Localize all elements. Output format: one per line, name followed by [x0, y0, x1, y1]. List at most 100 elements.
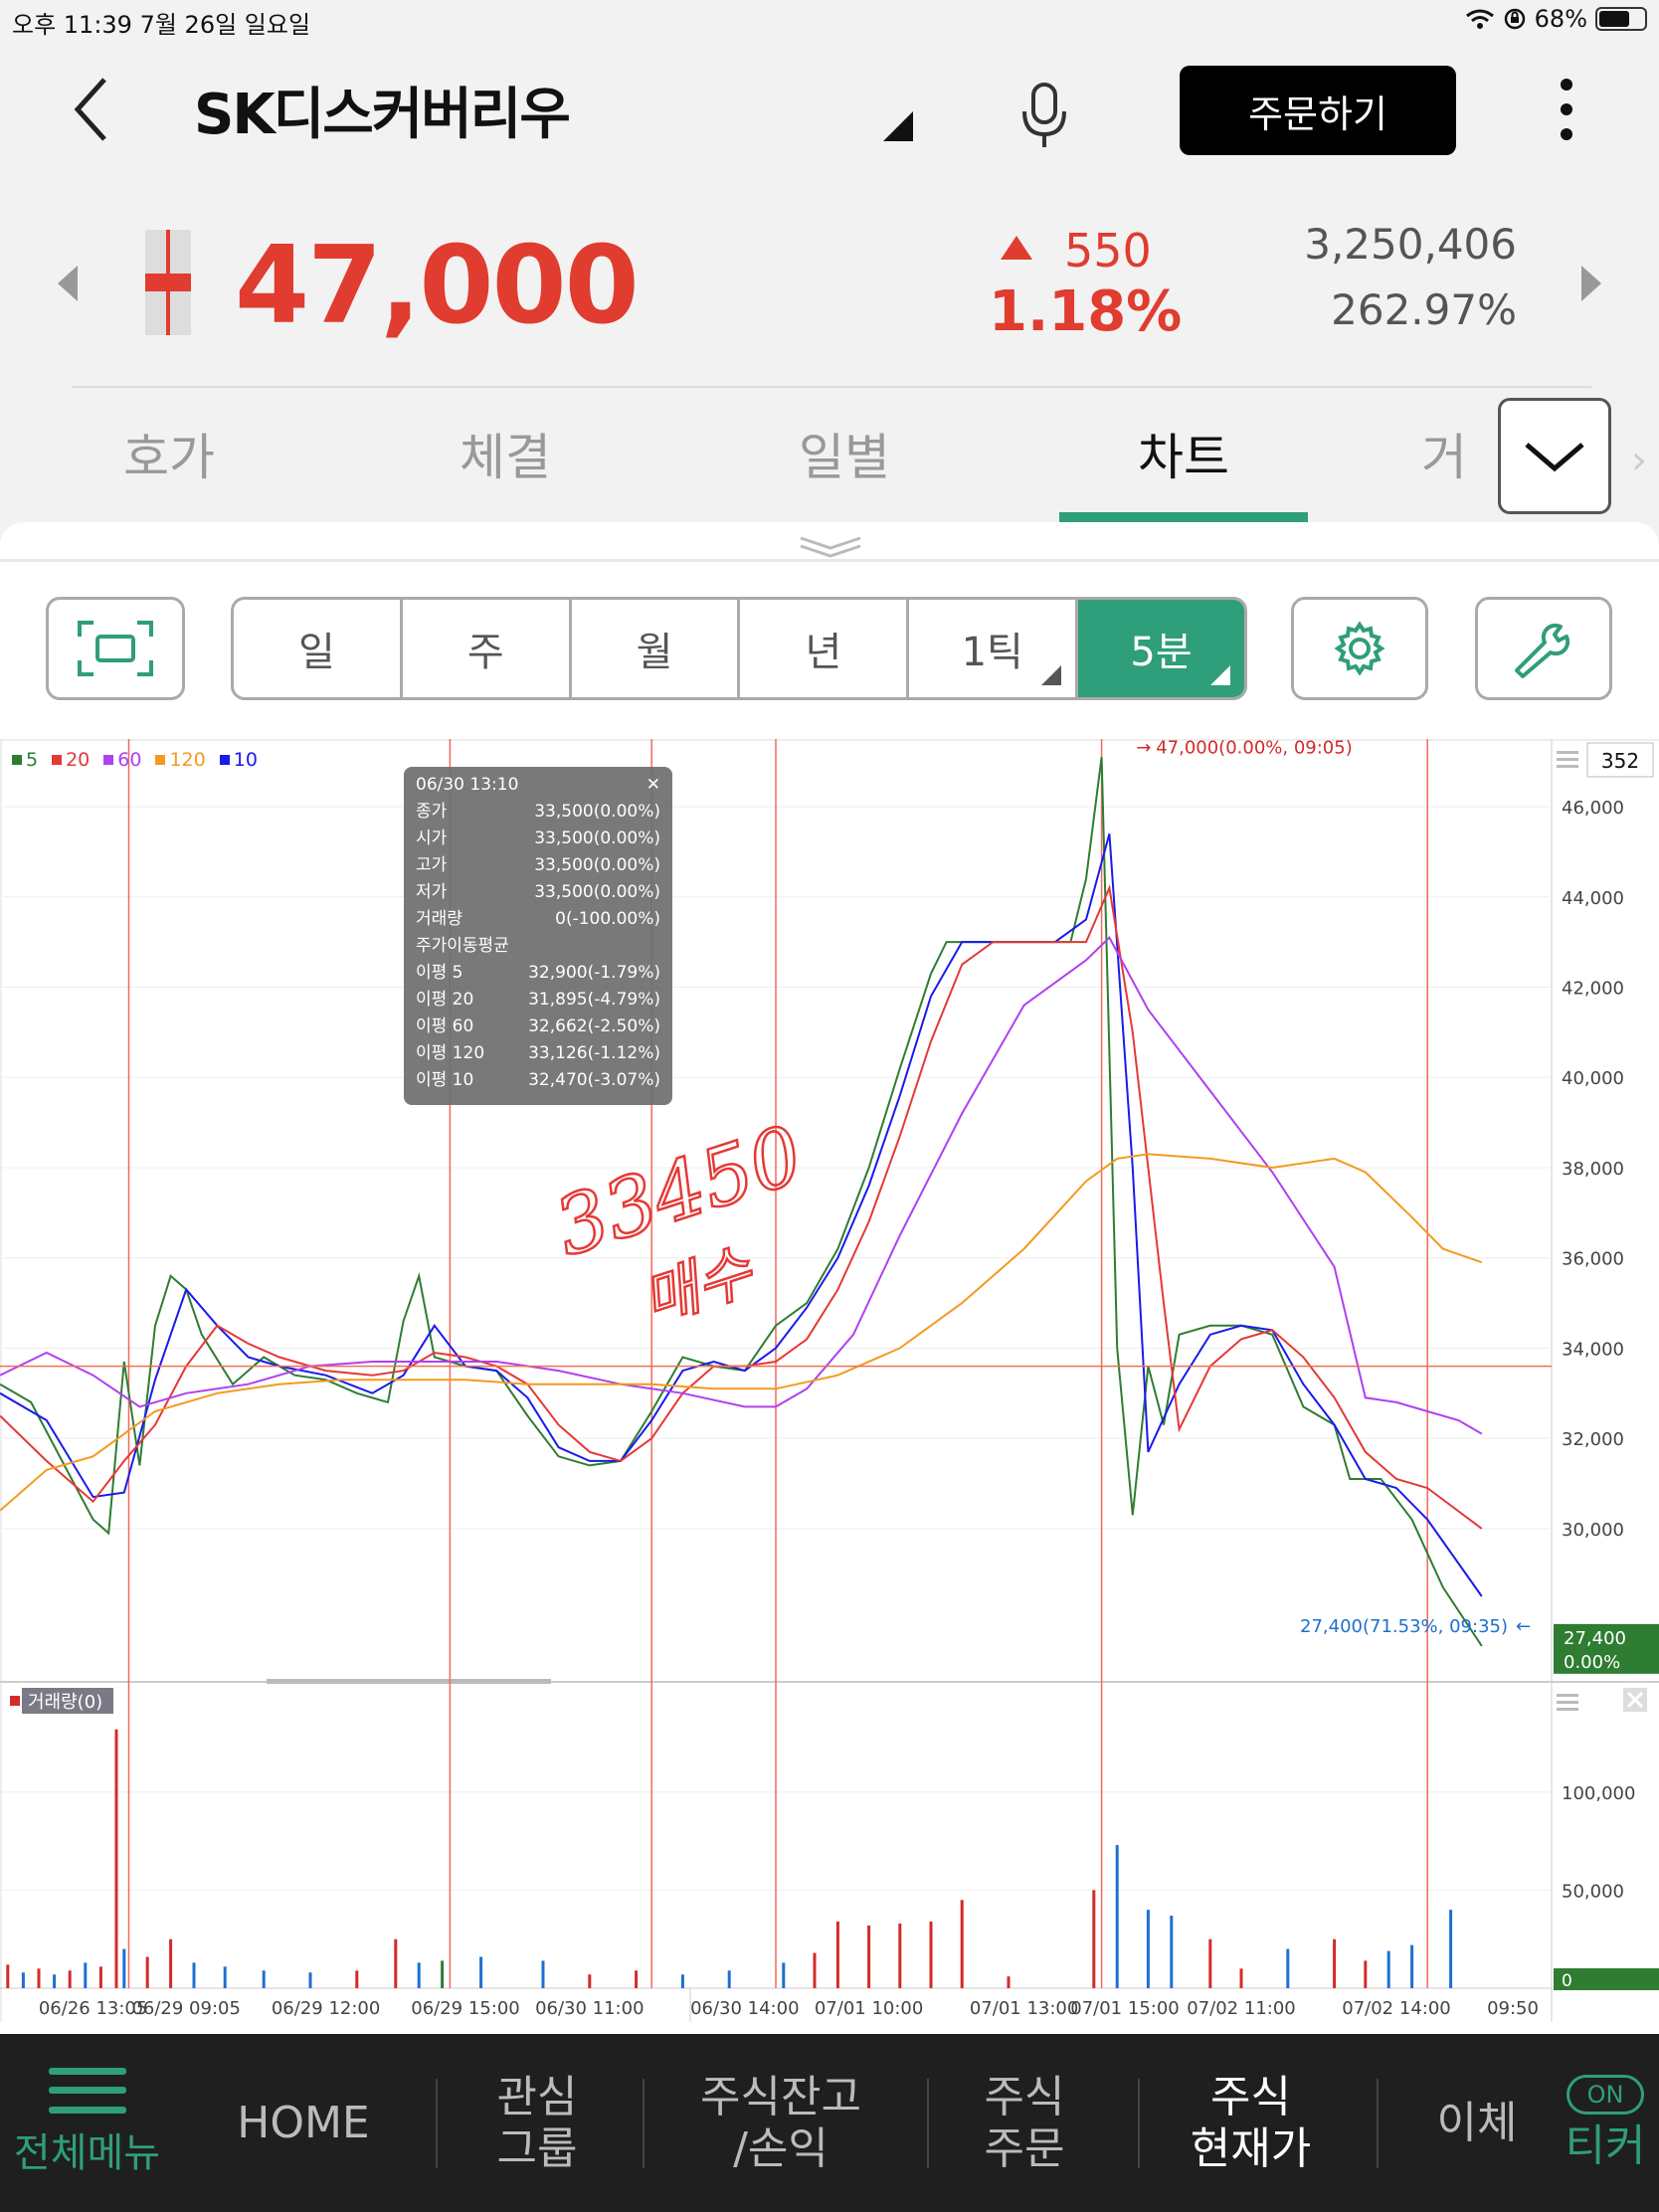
- volume-bar: [680, 1974, 684, 1988]
- y-tick-label: 42,000: [1562, 979, 1624, 1000]
- chart-settings-button[interactable]: [1291, 597, 1428, 700]
- volume-label: 거래량(0): [28, 1692, 102, 1713]
- period-day[interactable]: 일: [234, 600, 403, 697]
- last-price: 27,400: [1564, 1628, 1626, 1649]
- legend-item: 5: [12, 749, 38, 771]
- status-bar: 오후 11:39 7월 26일 일요일 68%: [0, 0, 1659, 40]
- tooltip-key: 이평 60: [416, 1016, 474, 1036]
- chart-menu-icon[interactable]: [1557, 751, 1578, 768]
- period-selector: 일 주 월 년 1틱 5분: [231, 597, 1247, 700]
- volume-bar: [782, 1962, 786, 1988]
- order-button[interactable]: 주문하기: [1180, 66, 1456, 155]
- chart-panel: 일 주 월 년 1틱 5분 46,000 44,000 42,000 40,00…: [0, 522, 1659, 2034]
- nav-stock-order[interactable]: 주식 주문: [930, 2034, 1119, 2212]
- price-chart[interactable]: 46,000 44,000 42,000 40,000 38,000 36,000 34,0…: [0, 738, 1659, 2022]
- volume-bar: [6, 1964, 10, 1988]
- status-time-date: 오후 11:39 7월 26일 일요일: [12, 11, 311, 39]
- volume-bar: [37, 1968, 41, 1988]
- x-tick-label: 06/29 09:05: [131, 1998, 240, 2019]
- tooltip-row: 저가 33,500(0.00%): [416, 879, 660, 906]
- tab-orderbook[interactable]: 호가: [45, 418, 293, 489]
- legend-label: 5: [26, 749, 39, 771]
- collapse-handle-icon[interactable]: [786, 532, 875, 562]
- volume-bar: [1146, 1910, 1150, 1988]
- tab-more[interactable]: 거: [1394, 418, 1494, 489]
- volume-close-icon[interactable]: [1623, 1688, 1647, 1712]
- volume-bar: [84, 1962, 88, 1988]
- tabs-dropdown-button[interactable]: [1498, 398, 1611, 514]
- x-tick-label: 07/02 11:00: [1187, 1998, 1295, 2019]
- last-price-percent: 0.00%: [1564, 1652, 1620, 1673]
- volume-bar: [21, 1972, 25, 1988]
- x-tick-label: 06/30 11:00: [535, 1998, 644, 2019]
- tooltip-row: 시가 33,500(0.00%): [416, 826, 660, 852]
- period-tick[interactable]: 1틱: [909, 600, 1079, 697]
- fullscreen-button[interactable]: [46, 597, 185, 700]
- data-tooltip: 06/30 13:10 ✕ 종가 33,500(0.00%) 시가 33,500(0.…: [404, 767, 672, 1105]
- visible-count-box[interactable]: 352: [1586, 742, 1654, 778]
- x-tick-label: 07/01 15:00: [1070, 1998, 1179, 2019]
- volume-bar: [1364, 1960, 1368, 1988]
- info-tabs: 호가 체결 일별 차트 거: [0, 398, 1659, 522]
- x-tick-label: 07/01 13:00: [970, 1998, 1078, 2019]
- back-icon[interactable]: [60, 70, 129, 149]
- nav-ticker[interactable]: ON 티커: [1552, 2034, 1659, 2212]
- volume-bar: [813, 1952, 817, 1988]
- low-price-label: 27,400(71.53%, 09:35): [1300, 1616, 1508, 1637]
- period-week[interactable]: 주: [403, 600, 572, 697]
- nav-home[interactable]: HOME: [194, 2034, 413, 2212]
- tooltip-value: 33,500(0.00%): [534, 882, 660, 902]
- tooltip-value: 0(-100.00%): [555, 909, 660, 929]
- tooltip-row: 주가이동평균: [416, 933, 660, 960]
- more-options-icon[interactable]: [1547, 75, 1586, 144]
- volume-bar: [1333, 1938, 1337, 1988]
- volume-bar: [53, 1974, 57, 1988]
- volume-bar: [145, 1956, 149, 1988]
- volume-tick-label: 100,000: [1562, 1783, 1635, 1804]
- volume-bar: [835, 1921, 839, 1988]
- nav-balance[interactable]: 주식잔고/손익: [646, 2034, 915, 2212]
- volume-bar: [169, 1938, 173, 1988]
- visible-count: 352: [1601, 749, 1639, 773]
- period-month[interactable]: 월: [572, 600, 741, 697]
- nav-transfer[interactable]: 이체: [1382, 2034, 1571, 2212]
- volume-bar: [588, 1974, 592, 1988]
- volume-bar: [262, 1970, 266, 1988]
- candle-icon: [145, 230, 191, 335]
- period-minute[interactable]: 5분: [1078, 600, 1244, 697]
- prev-stock-arrow-icon[interactable]: [58, 266, 78, 301]
- tab-daily[interactable]: 일별: [720, 418, 969, 489]
- volume-bar: [1449, 1910, 1453, 1988]
- chevron-down-icon: [1525, 442, 1584, 471]
- x-tick-label: 06/29 12:00: [272, 1998, 380, 2019]
- volume-legend: 거래량(0): [10, 1688, 113, 1714]
- nav-stock-quote[interactable]: 주식 현재가: [1144, 2034, 1358, 2212]
- volume-menu-icon[interactable]: [1557, 1694, 1578, 1711]
- tabs-next-icon[interactable]: ›: [1631, 438, 1647, 483]
- tab-chart[interactable]: 차트: [1059, 418, 1308, 489]
- tab-trades[interactable]: 체결: [381, 418, 630, 489]
- chart-tools-button[interactable]: [1475, 597, 1612, 700]
- legend-swatch: [155, 755, 166, 765]
- volume-bar: [727, 1970, 731, 1988]
- next-stock-arrow-icon[interactable]: [1581, 266, 1601, 301]
- y-tick-label: 46,000: [1562, 798, 1624, 819]
- volume-current-tag: 0: [1554, 1968, 1659, 1991]
- volume-bar: [898, 1923, 902, 1988]
- tooltip-close-icon[interactable]: ✕: [646, 775, 660, 795]
- stock-name[interactable]: SK디스커버리우: [194, 70, 571, 150]
- tooltip-key: 고가: [416, 855, 448, 875]
- divider: [72, 386, 1591, 388]
- period-year[interactable]: 년: [740, 600, 910, 697]
- tooltip-key: 이평 5: [416, 963, 463, 983]
- x-tick-label: 06/30 14:00: [690, 1998, 799, 2019]
- nav-all-menu[interactable]: 전체메뉴: [0, 2034, 174, 2212]
- nav-watch-group[interactable]: 관심 그룹: [438, 2034, 637, 2212]
- price-chart-area[interactable]: 46,000 44,000 42,000 40,000 38,000 36,000 34,0…: [0, 738, 1659, 2022]
- volume-bar: [355, 1970, 359, 1988]
- stock-dropdown-icon[interactable]: [883, 111, 913, 141]
- microphone-icon[interactable]: [1014, 80, 1074, 149]
- tooltip-row: 이평 5 32,900(-1.79%): [416, 960, 660, 987]
- y-tick-label: 36,000: [1562, 1249, 1624, 1270]
- x-tick-label: 07/01 10:00: [815, 1998, 923, 2019]
